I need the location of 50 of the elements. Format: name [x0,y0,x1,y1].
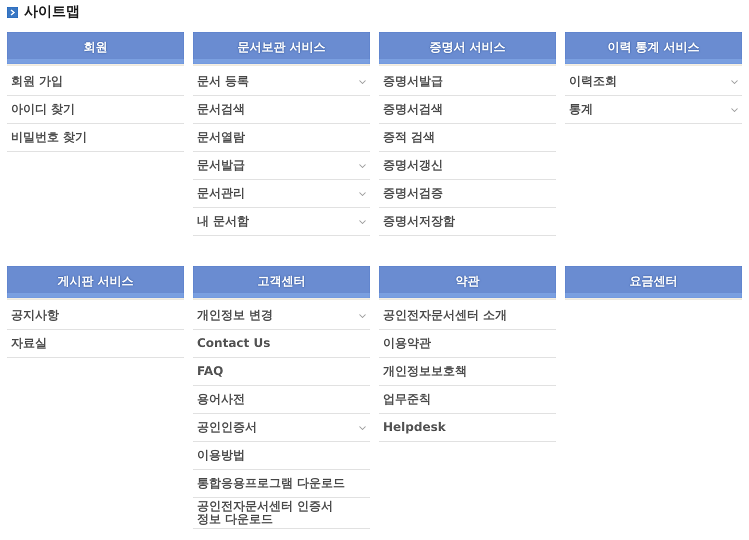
sitemap-link[interactable]: 내 문서함 [193,208,370,236]
sitemap-link[interactable]: 문서검색 [193,96,370,124]
sitemap-link[interactable]: 증명서발급 [379,68,556,96]
section-heading: 회원 [7,32,184,64]
sitemap-link[interactable]: 증명서검증 [379,180,556,208]
sitemap-link[interactable]: 증명서갱신 [379,152,556,180]
sitemap-link[interactable]: 이용방법 [193,442,370,470]
sitemap-link[interactable]: 통합응용프로그램 다운로드 [193,470,370,498]
section-heading: 요금센터 [565,266,742,298]
section-heading: 고객센터 [193,266,370,298]
chevron-down-icon [359,80,366,84]
sitemap-link[interactable]: 증명서저장함 [379,208,556,236]
sitemap-link[interactable]: 자료실 [7,330,184,358]
sitemap-link[interactable]: 이용약관 [379,330,556,358]
chevron-down-icon [731,108,738,112]
page-title: 사이트맵 [24,3,80,21]
section-heading: 문서보관 서비스 [193,32,370,64]
section-heading: 약관 [379,266,556,298]
sitemap-link[interactable]: Helpdesk [379,414,556,442]
sitemap-link[interactable]: 문서관리 [193,180,370,208]
sitemap-link[interactable]: FAQ [193,358,370,386]
section-heading: 증명서 서비스 [379,32,556,64]
sitemap-link[interactable]: 이력조회 [565,68,742,96]
sitemap-link[interactable]: 개인정보보호책 [379,358,556,386]
sitemap-link[interactable]: 공인전자문서센터 소개 [379,302,556,330]
sitemap-link[interactable]: 공인인증서 [193,414,370,442]
chevron-down-icon [359,220,366,224]
sitemap-link[interactable]: 문서 등록 [193,68,370,96]
sitemap-link[interactable]: Contact Us [193,330,370,358]
sitemap-link[interactable]: 증적 검색 [379,124,556,152]
sitemap-link[interactable]: 문서열람 [193,124,370,152]
sitemap-link[interactable]: 회원 가입 [7,68,184,96]
sitemap-link[interactable]: 증명서검색 [379,96,556,124]
sitemap-link[interactable]: 비밀번호 찾기 [7,124,184,152]
sitemap-link[interactable]: 문서발급 [193,152,370,180]
arrow-bullet-icon [7,6,18,18]
section-heading: 게시판 서비스 [7,266,184,298]
chevron-down-icon [359,164,366,168]
chevron-down-icon [359,192,366,196]
sitemap-link[interactable]: 아이디 찾기 [7,96,184,124]
chevron-down-icon [359,314,366,318]
sitemap-link[interactable]: 개인정보 변경 [193,302,370,330]
section-heading: 이력 통계 서비스 [565,32,742,64]
chevron-down-icon [359,426,366,430]
sitemap-link[interactable]: 공인전자문서센터 인증서 정보 다운로드 [193,498,370,529]
sitemap-link[interactable]: 공지사항 [7,302,184,330]
chevron-down-icon [731,80,738,84]
sitemap-link[interactable]: 업무준칙 [379,386,556,414]
sitemap-link[interactable]: 통계 [565,96,742,124]
sitemap-link[interactable]: 용어사전 [193,386,370,414]
